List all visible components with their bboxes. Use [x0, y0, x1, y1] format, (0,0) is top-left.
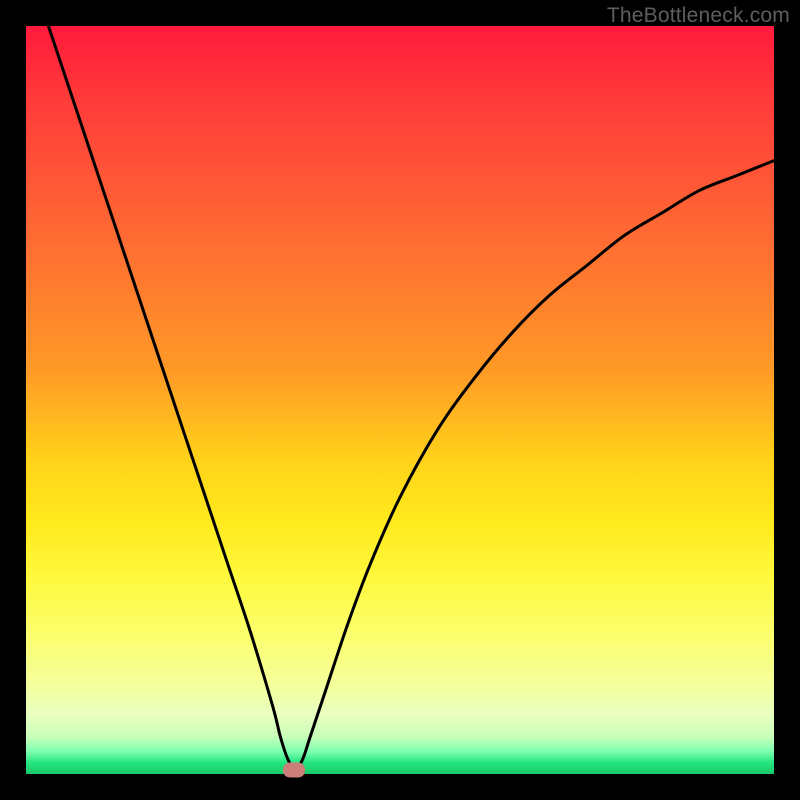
chart-frame: TheBottleneck.com	[0, 0, 800, 800]
bottleneck-curve	[26, 26, 774, 774]
plot-area	[26, 26, 774, 774]
curve-path	[48, 26, 774, 770]
optimal-marker	[283, 763, 305, 778]
attribution-text: TheBottleneck.com	[607, 4, 790, 28]
